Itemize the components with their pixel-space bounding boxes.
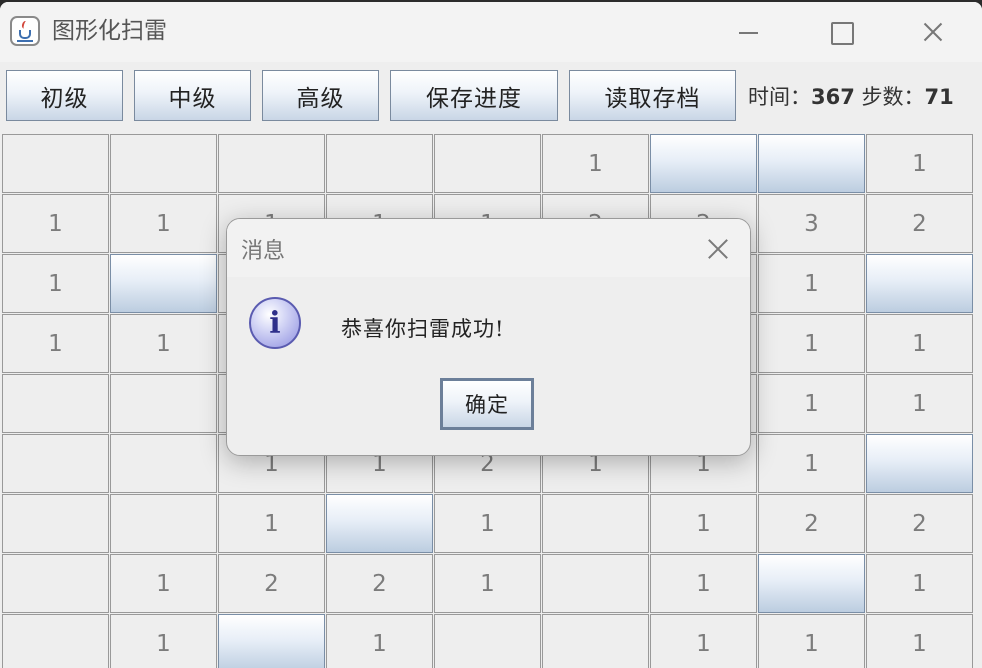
revealed-cell[interactable]	[542, 614, 649, 668]
revealed-cell[interactable]: 1	[2, 194, 109, 253]
ok-button[interactable]: 确定	[440, 378, 534, 430]
covered-cell[interactable]	[650, 134, 757, 193]
dialog-title-bar[interactable]: 消息	[227, 219, 750, 277]
revealed-cell[interactable]	[2, 434, 109, 493]
time-label: 时间：	[748, 85, 811, 109]
revealed-cell[interactable]: 1	[326, 614, 433, 668]
covered-cell[interactable]	[758, 554, 865, 613]
revealed-cell[interactable]: 1	[650, 494, 757, 553]
revealed-cell[interactable]: 1	[866, 314, 973, 373]
revealed-cell[interactable]	[542, 554, 649, 613]
revealed-cell[interactable]	[2, 614, 109, 668]
revealed-cell[interactable]: 1	[866, 614, 973, 668]
beginner-button[interactable]: 初级	[6, 70, 123, 121]
title-bar[interactable]: 图形化扫雷	[0, 2, 982, 62]
covered-cell[interactable]	[110, 254, 217, 313]
steps-value: 71	[924, 85, 954, 109]
revealed-cell[interactable]: 1	[2, 314, 109, 373]
revealed-cell[interactable]	[2, 494, 109, 553]
covered-cell[interactable]	[866, 434, 973, 493]
revealed-cell[interactable]: 1	[758, 314, 865, 373]
window-title: 图形化扫雷	[52, 18, 167, 44]
expert-button[interactable]: 高级	[262, 70, 379, 121]
revealed-cell[interactable]	[218, 134, 325, 193]
revealed-cell[interactable]: 1	[758, 434, 865, 493]
revealed-cell[interactable]: 1	[110, 614, 217, 668]
load-save-button[interactable]: 读取存档	[569, 70, 736, 121]
revealed-cell[interactable]	[110, 374, 217, 433]
save-progress-button[interactable]: 保存进度	[390, 70, 558, 121]
revealed-cell[interactable]	[434, 614, 541, 668]
time-value: 367	[811, 85, 855, 109]
revealed-cell[interactable]: 1	[650, 554, 757, 613]
revealed-cell[interactable]	[110, 434, 217, 493]
revealed-cell[interactable]: 1	[2, 254, 109, 313]
revealed-cell[interactable]: 1	[758, 374, 865, 433]
revealed-cell[interactable]	[2, 374, 109, 433]
revealed-cell[interactable]	[2, 554, 109, 613]
toolbar: 初级 中级 高级 保存进度 读取存档 时间：367 步数：71	[0, 62, 982, 130]
revealed-cell[interactable]: 2	[326, 554, 433, 613]
revealed-cell[interactable]: 3	[758, 194, 865, 253]
close-icon[interactable]	[912, 14, 952, 50]
revealed-cell[interactable]: 1	[434, 494, 541, 553]
maximize-icon[interactable]	[820, 14, 860, 50]
revealed-cell[interactable]	[326, 134, 433, 193]
revealed-cell[interactable]: 1	[650, 614, 757, 668]
revealed-cell[interactable]: 2	[866, 194, 973, 253]
revealed-cell[interactable]	[2, 134, 109, 193]
revealed-cell[interactable]: 2	[758, 494, 865, 553]
revealed-cell[interactable]: 1	[110, 314, 217, 373]
intermediate-button[interactable]: 中级	[134, 70, 251, 121]
steps-label: 步数：	[861, 85, 925, 109]
revealed-cell[interactable]	[110, 134, 217, 193]
revealed-cell[interactable]: 2	[218, 554, 325, 613]
minimize-icon[interactable]	[728, 14, 768, 50]
revealed-cell[interactable]: 1	[218, 494, 325, 553]
revealed-cell[interactable]: 1	[866, 374, 973, 433]
covered-cell[interactable]	[218, 614, 325, 668]
revealed-cell[interactable]: 1	[110, 554, 217, 613]
revealed-cell[interactable]: 1	[866, 134, 973, 193]
revealed-cell[interactable]	[110, 494, 217, 553]
revealed-cell[interactable]: 1	[542, 134, 649, 193]
status-readout: 时间：367 步数：71	[748, 82, 954, 112]
revealed-cell[interactable]: 1	[434, 554, 541, 613]
covered-cell[interactable]	[758, 134, 865, 193]
message-dialog: 消息 i 恭喜你扫雷成功! 确定	[226, 218, 751, 456]
revealed-cell[interactable]: 1	[758, 614, 865, 668]
revealed-cell[interactable]: 1	[866, 554, 973, 613]
dialog-close-icon[interactable]	[701, 233, 733, 265]
revealed-cell[interactable]	[542, 494, 649, 553]
revealed-cell[interactable]	[434, 134, 541, 193]
info-icon: i	[249, 297, 301, 349]
dialog-message: 恭喜你扫雷成功!	[341, 317, 505, 341]
dialog-title: 消息	[241, 239, 286, 264]
covered-cell[interactable]	[866, 254, 973, 313]
revealed-cell[interactable]: 1	[110, 194, 217, 253]
java-cup-icon	[10, 16, 40, 46]
revealed-cell[interactable]: 2	[866, 494, 973, 553]
covered-cell[interactable]	[326, 494, 433, 553]
revealed-cell[interactable]: 1	[758, 254, 865, 313]
